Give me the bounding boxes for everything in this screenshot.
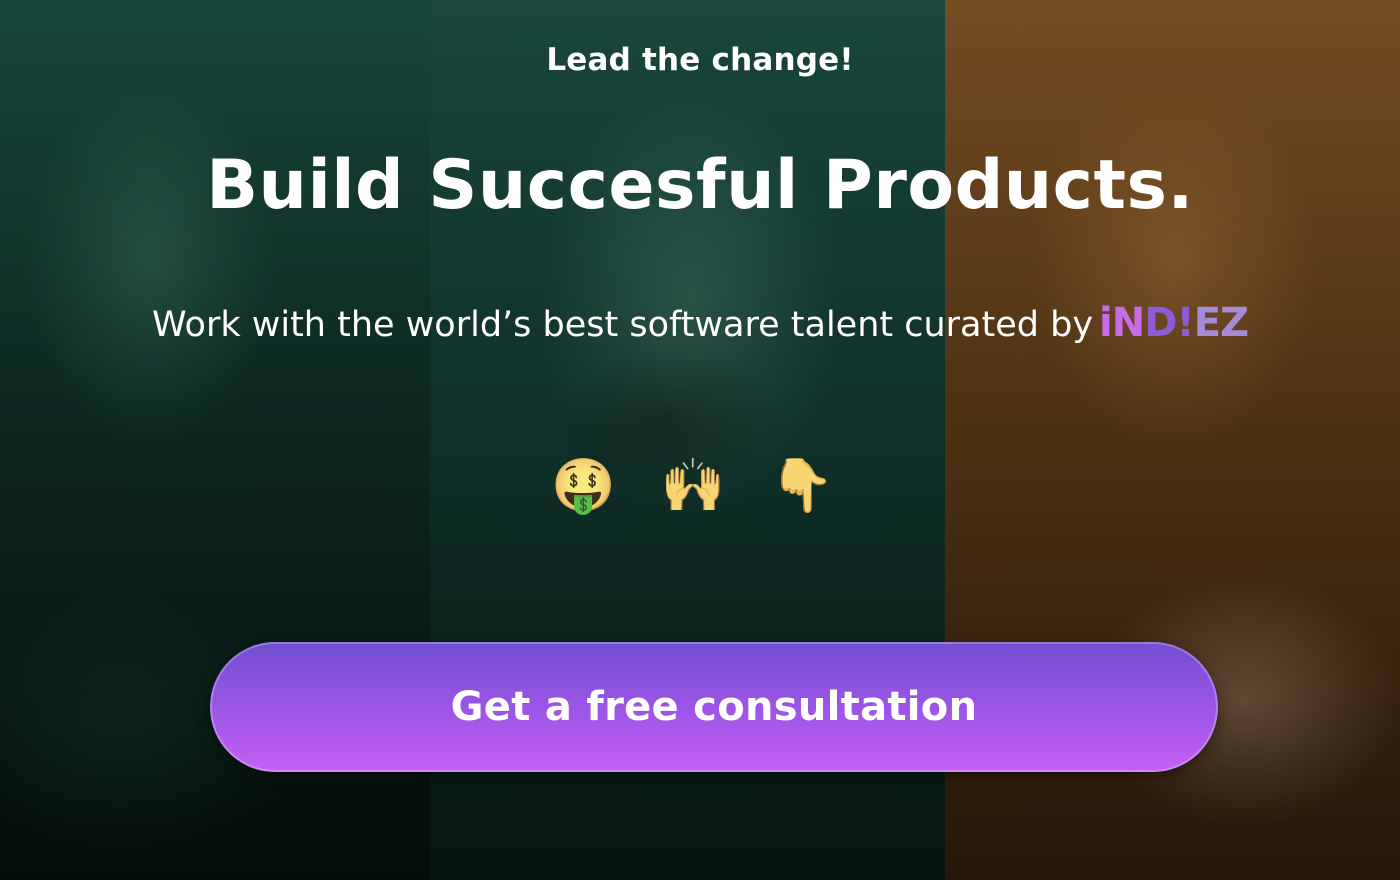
- hero-eyebrow: Lead the change!: [546, 42, 854, 78]
- hero-subline-text: Work with the world’s best software tale…: [151, 305, 1094, 345]
- hero-content: Lead the change! Build Succesful Product…: [0, 0, 1400, 880]
- brand-logo-part3: EZ: [1193, 300, 1249, 346]
- raising-hands-icon: 🙌: [660, 456, 740, 516]
- emoji-row: 🤑 🙌 👇: [0, 455, 1400, 516]
- free-consultation-button-label: Get a free consultation: [450, 684, 978, 730]
- brand-logo-part2: D!: [1144, 300, 1194, 346]
- hero-subline: Work with the world’s best software tale…: [0, 300, 1400, 346]
- money-mouth-face-icon: 🤑: [551, 456, 631, 516]
- hero-headline: Build Succesful Products.: [206, 146, 1194, 225]
- pointing-down-icon: 👇: [769, 456, 849, 516]
- hero-section: Lead the change! Build Succesful Product…: [0, 0, 1400, 880]
- brand-logo-part1: iN: [1099, 300, 1145, 346]
- free-consultation-button[interactable]: Get a free consultation: [210, 642, 1218, 772]
- brand-logo[interactable]: iND!EZ: [1099, 300, 1249, 346]
